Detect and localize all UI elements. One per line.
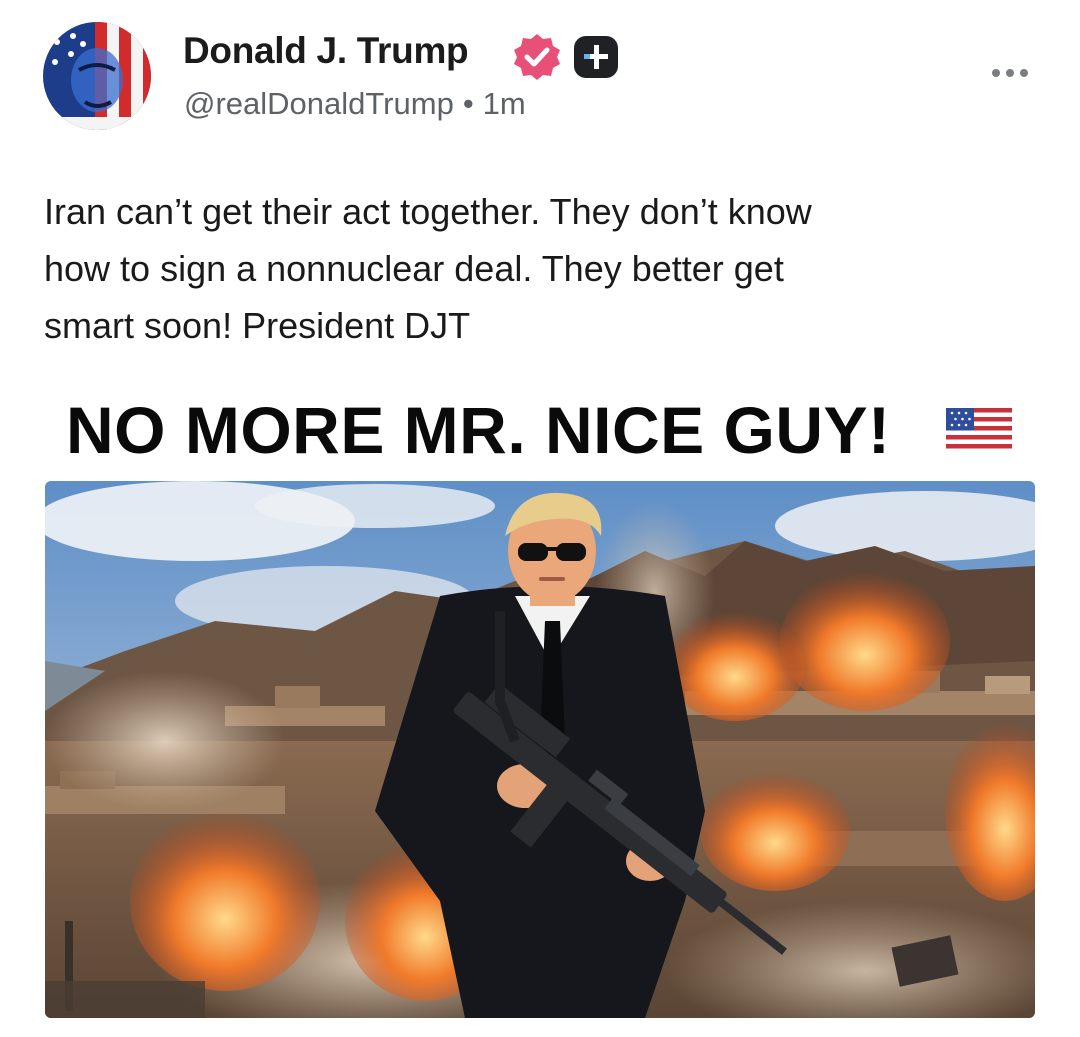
profile-avatar[interactable]: [43, 22, 151, 130]
author-name[interactable]: Donald J. Trump: [183, 30, 469, 72]
more-options-icon[interactable]: [990, 63, 1030, 83]
post-meta: @realDonaldTrump • 1m: [184, 86, 526, 122]
post-timestamp[interactable]: 1m: [483, 86, 526, 121]
post-image[interactable]: [45, 481, 1035, 1018]
meta-separator: •: [462, 86, 474, 121]
author-handle[interactable]: @realDonaldTrump: [184, 86, 454, 121]
image-headline: NO MORE MR. NICE GUY!: [66, 393, 891, 467]
us-flag-emoji-icon: [946, 408, 1012, 452]
post-card: Donald J. Trump @realDonaldTrump • 1m Iran…: [0, 0, 1080, 1037]
verified-badge-icon: [514, 34, 560, 80]
plus-badge-icon: [574, 36, 618, 78]
post-body-text: Iran can’t get their act together. They …: [44, 191, 812, 346]
